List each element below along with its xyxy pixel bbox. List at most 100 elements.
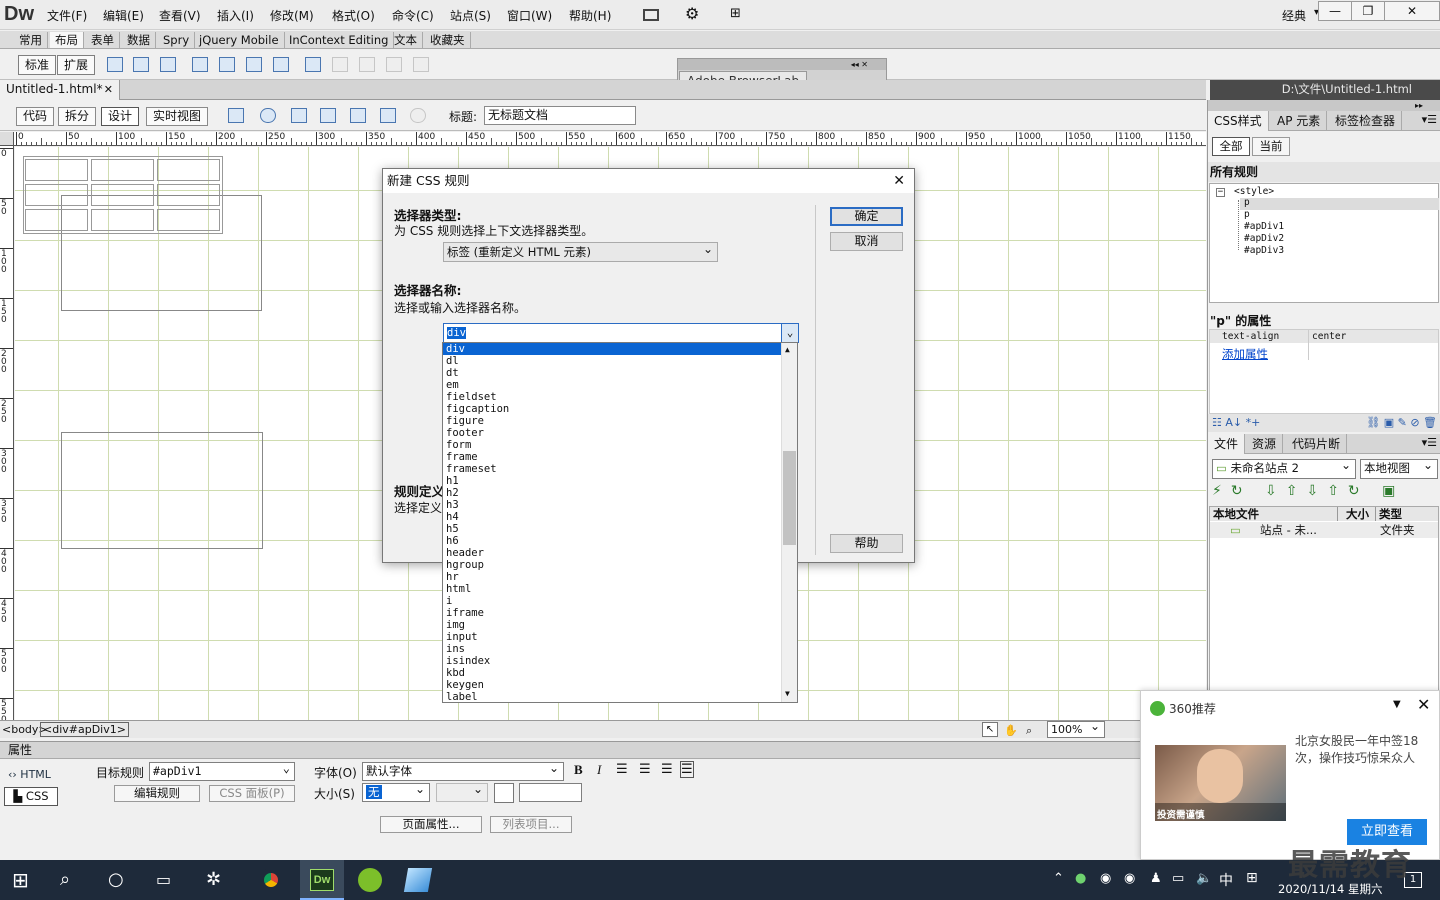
rule-p[interactable]: p (1244, 209, 1250, 220)
visual-aids-icon[interactable] (380, 108, 396, 123)
selector-option[interactable]: figcaption (443, 403, 781, 415)
green-app-icon[interactable] (358, 868, 382, 892)
chrome-icon[interactable] (259, 868, 283, 892)
file-row[interactable]: ▭ 站点 - 未... 文件夹 (1210, 522, 1438, 538)
justify-icon[interactable]: ☰ (680, 761, 694, 778)
tab-ap-elements[interactable]: AP 元素 (1271, 111, 1328, 131)
qq-tray-icon[interactable]: ◉ (1100, 871, 1111, 886)
code-view-button[interactable]: 代码 (16, 107, 55, 126)
menu-edit[interactable]: 编辑(E) (103, 7, 144, 24)
split-view-button[interactable]: 拆分 (58, 107, 97, 126)
selector-option[interactable]: isindex (443, 655, 781, 667)
scroll-thumb[interactable] (783, 451, 796, 545)
color-picker[interactable] (494, 783, 514, 803)
menu-file[interactable]: 文件(F) (47, 7, 87, 24)
selector-option[interactable]: img (443, 619, 781, 631)
zoom-tool-icon[interactable]: ⌕ (1026, 722, 1032, 739)
live-view-button[interactable]: 实时视图 (146, 107, 209, 126)
popup-collapse-icon[interactable]: ▼ (1393, 699, 1401, 710)
selector-option[interactable]: frame (443, 451, 781, 463)
menu-insert[interactable]: 插入(I) (217, 7, 254, 24)
task-view-icon[interactable]: ▭ (156, 868, 180, 892)
menu-site[interactable]: 站点(S) (450, 7, 491, 24)
tab-jquery-mobile[interactable]: jQuery Mobile (194, 32, 285, 48)
tag-selector-div[interactable]: <div#apDiv1> (40, 722, 129, 737)
css-panel-footer-icons[interactable]: ☷ A↓ *+ ⛓ ▣ ✎ ⊘ 🗑 (1208, 414, 1440, 432)
menu-format[interactable]: 格式(O) (332, 7, 375, 24)
tab-forms[interactable]: 表单 (86, 32, 120, 48)
select-tool-icon[interactable]: ↖ (982, 722, 998, 737)
rule-p-selected[interactable]: p (1244, 197, 1250, 208)
selector-option[interactable]: iframe (443, 607, 781, 619)
volume-icon[interactable]: 🔈 (1196, 871, 1212, 886)
tab-text[interactable]: 文本 (389, 32, 423, 48)
rule-style[interactable]: <style> (1234, 186, 1274, 197)
tray-expand-icon[interactable]: ⌃ (1053, 871, 1064, 886)
help-button[interactable]: 帮助 (830, 534, 903, 553)
panel-menu-icon[interactable]: ▾☰ (1422, 113, 1437, 126)
selector-option[interactable]: label (443, 691, 781, 703)
selector-option[interactable]: h5 (443, 523, 781, 535)
files-menu-icon[interactable]: ▾☰ (1422, 436, 1437, 449)
prop-name[interactable]: text-align (1222, 331, 1279, 342)
menu-window[interactable]: 窗口(W) (507, 7, 552, 24)
insert-div-icon[interactable] (133, 57, 149, 72)
css-mode-button[interactable]: ▙ CSS (4, 787, 58, 806)
restore-button[interactable]: ❐ (1351, 1, 1385, 21)
tab-snippets[interactable]: 代码片断 (1286, 434, 1348, 454)
panel-collapse-icon-right[interactable]: ▸▸ (1208, 100, 1440, 111)
selector-option[interactable]: input (443, 631, 781, 643)
menu-help[interactable]: 帮助(H) (569, 7, 611, 24)
tab-files[interactable]: 文件 (1208, 434, 1246, 454)
network-icon[interactable]: ▭ (1172, 871, 1184, 886)
spry-tabs-icon[interactable] (219, 57, 235, 72)
layout-icon[interactable] (643, 9, 659, 21)
site-icon[interactable]: ⊞ (730, 6, 741, 21)
col-local-files[interactable]: 本地文件 (1213, 507, 1259, 521)
font-select[interactable]: 默认字体 (362, 760, 564, 781)
expanded-mode-button[interactable]: 扩展 (57, 55, 96, 75)
collapse-icon[interactable]: − (1216, 188, 1225, 197)
file-transfer-icon[interactable] (291, 108, 307, 123)
minimize-button[interactable]: — (1318, 1, 1352, 21)
selector-option[interactable]: dt (443, 367, 781, 379)
selector-option[interactable]: div (443, 343, 781, 355)
selector-option[interactable]: form (443, 439, 781, 451)
tab-spry[interactable]: Spry (158, 32, 196, 48)
multiscreen-icon[interactable] (228, 108, 244, 123)
selector-option[interactable]: ins (443, 643, 781, 655)
edit-rule-button[interactable]: 编辑规则 (114, 785, 200, 802)
list-scrollbar[interactable]: ▲ ▼ (781, 343, 797, 702)
rule-apdiv3[interactable]: #apDiv3 (1244, 245, 1284, 256)
popup-headline[interactable]: 北京女股民一年中签18次，操作技巧惊呆众人 (1295, 733, 1433, 767)
spry-accordion-icon[interactable] (246, 57, 262, 72)
panel-collapse-icon[interactable]: ◂◂ ✕ (678, 59, 886, 70)
selector-option[interactable]: html (443, 583, 781, 595)
selector-option[interactable]: frameset (443, 463, 781, 475)
rule-apdiv1[interactable]: #apDiv1 (1244, 221, 1284, 232)
selector-option[interactable]: hr (443, 571, 781, 583)
validate-icon[interactable] (350, 108, 366, 123)
dreamweaver-taskbar-item[interactable]: Dw (300, 860, 344, 900)
dialog-close-button[interactable]: ✕ (893, 169, 905, 193)
ok-button[interactable]: 确定 (830, 207, 903, 226)
document-tab[interactable]: Untitled-1.html* ✕ (0, 80, 120, 100)
html-mode-button[interactable]: ‹› HTML (8, 768, 51, 781)
color-input[interactable] (519, 783, 582, 802)
rule-apdiv2[interactable]: #apDiv2 (1244, 233, 1284, 244)
selector-name-combo[interactable]: div ⌄ (443, 323, 799, 343)
selector-option[interactable]: i (443, 595, 781, 607)
italic-button[interactable]: I (597, 762, 601, 778)
gear-icon[interactable]: ⚙ (685, 4, 699, 23)
qq-tray-icon-2[interactable]: ◉ (1124, 871, 1135, 886)
spry-collapsible-icon[interactable] (273, 57, 289, 72)
table-icon[interactable] (107, 57, 123, 72)
menu-commands[interactable]: 命令(C) (392, 7, 434, 24)
search-icon[interactable]: ⌕ (60, 868, 84, 892)
tab-layout[interactable]: 布局 (50, 32, 84, 48)
css-panel-button[interactable]: CSS 面板(P) (209, 785, 295, 802)
tab-favorites[interactable]: 收藏夹 (425, 32, 471, 48)
mode-all-button[interactable]: 全部 (1212, 137, 1250, 156)
selector-options-list[interactable]: div dl dt em fieldset figcaption figure footer f… (442, 342, 798, 703)
tab-tag-inspector[interactable]: 标签检查器 (1329, 111, 1403, 131)
